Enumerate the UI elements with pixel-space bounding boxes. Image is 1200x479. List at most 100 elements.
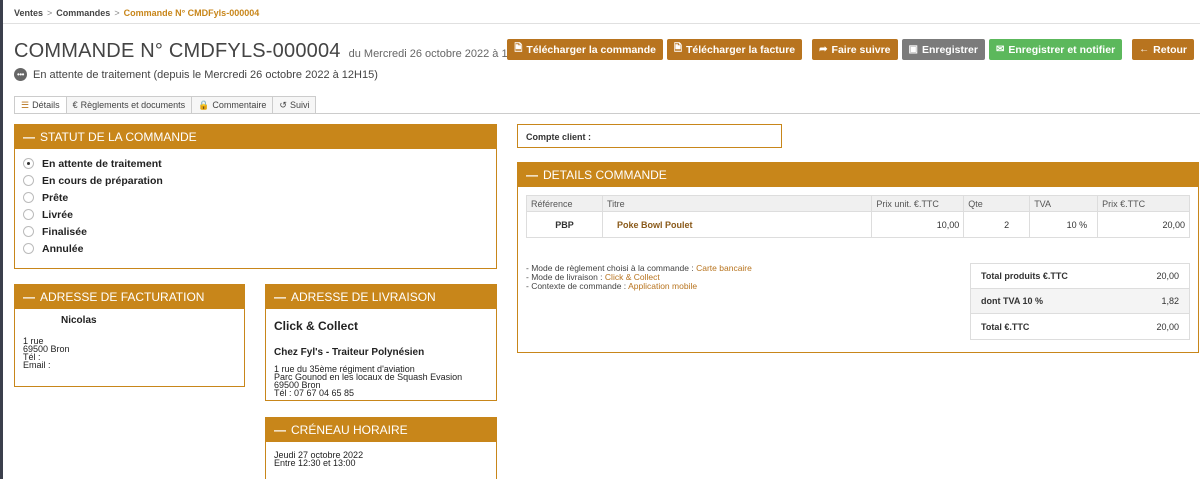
billing-email: Email : [23,360,51,370]
page-title: COMMANDE N° CMDFYLS-000004 du Mercredi 26… [14,40,534,63]
order-modes: - Mode de règlement choisi à la commande… [526,264,752,291]
radio[interactable] [23,192,34,203]
col-title: Titre [601,195,873,212]
status-option-label: Livrée [42,208,73,221]
breadcrumb-separator: > [47,8,53,18]
collapse-icon: — [274,290,286,304]
order-status-header[interactable]: — STATUT DE LA COMMANDE [15,125,496,149]
tva-row: dont TVA 10 % 1,82 [971,289,1189,314]
status-option-delivered[interactable]: Livrée [23,206,488,223]
row-price: 20,00 [1097,211,1190,238]
euro-icon: € [72,100,78,110]
context-value: Application mobile [628,281,698,291]
list-icon: ☰ [21,99,30,110]
header-divider [3,23,1200,24]
download-invoice-button[interactable]: 🗎 Télécharger la facture [666,39,803,60]
status-option-label: En cours de préparation [42,174,163,187]
time-slot-header[interactable]: — CRÉNEAU HORAIRE [266,418,496,442]
tab-payments-label: Règlements et documents [80,100,186,110]
billing-address-body: Nicolas 1 rue 69500 Bron Tél : Email : [15,309,244,375]
tab-comment[interactable]: 🔒 Commentaire [191,96,274,113]
tab-divider [14,113,1200,114]
save-button[interactable]: ▣ Enregistrer [901,39,985,60]
status-option-ready[interactable]: Prête [23,189,488,206]
breadcrumb-ventes[interactable]: Ventes [14,8,43,18]
tva-label: dont TVA 10 % [981,296,1044,306]
floppy-icon: ▣ [908,44,918,55]
totals-box: Total produits €.TTC 20,00 dont TVA 10 % 1… [970,263,1190,340]
tab-bar: ☰ Détails € Règlements et documents 🔒 Comme… [14,96,317,113]
download-invoice-label: Télécharger la facture [686,43,796,56]
tab-tracking-label: Suivi [289,100,310,110]
delivery-tel: Tél : 07 67 04 65 85 [274,388,355,398]
pdf-icon: 🗎 [514,43,523,54]
col-tva: TVA [1029,195,1099,212]
share-icon: ➦ [819,44,828,55]
time-slot-time: Entre 12:30 et 13:00 [274,458,356,468]
order-lines-table: Référence Titre Prix unit. €.TTC Qte TVA… [526,195,1190,238]
billing-address-panel: — ADRESSE DE FACTURATION Nicolas 1 rue 69… [14,284,245,387]
status-option-finalized[interactable]: Finalisée [23,223,488,240]
col-price: Prix €.TTC [1097,195,1190,212]
breadcrumb-commandes[interactable]: Commandes [56,8,110,18]
toolbar: 🗎 Télécharger la commande 🗎 Télécharger la… [507,39,1194,60]
sidebar-edge [0,0,3,479]
order-status-title: STATUT DE LA COMMANDE [40,130,197,144]
order-status-line: ••• En attente de traitement (depuis le … [14,68,378,81]
total-products-value: 20,00 [1156,271,1179,281]
forward-label: Faire suivre [831,43,891,56]
billing-address-header[interactable]: — ADRESSE DE FACTURATION [15,285,244,309]
download-order-label: Télécharger la commande [526,43,656,56]
radio[interactable] [23,243,34,254]
download-order-button[interactable]: 🗎 Télécharger la commande [507,39,663,60]
order-status-panel: — STATUT DE LA COMMANDE En attente de tra… [14,124,497,269]
table-row: PBP Poke Bowl Poulet 10,00 2 10 % 20,00 [526,211,1190,238]
save-notify-label: Enregistrer et notifier [1008,43,1116,56]
tab-details[interactable]: ☰ Détails [14,96,67,113]
order-title: COMMANDE N° CMDFYLS-000004 [14,40,341,62]
back-label: Retour [1153,43,1187,56]
order-status-text: En attente de traitement (depuis le Merc… [33,68,378,81]
billing-address-title: ADRESSE DE FACTURATION [40,290,205,304]
status-option-preparing[interactable]: En cours de préparation [23,172,488,189]
status-option-cancelled[interactable]: Annulée [23,240,488,257]
order-details-header[interactable]: — DETAILS COMMANDE [518,163,1198,187]
billing-city: 69500 Bron [23,344,70,354]
save-notify-button[interactable]: ✉ Enregistrer et notifier [988,39,1123,60]
customer-account-box: Compte client : [517,124,782,148]
tab-payments[interactable]: € Règlements et documents [65,96,193,113]
tva-value: 1,82 [1161,296,1179,306]
radio-selected[interactable] [23,158,34,169]
back-button[interactable]: ← Retour [1132,39,1194,60]
tab-details-label: Détails [32,100,60,110]
time-slot-title: CRÉNEAU HORAIRE [291,423,408,437]
context-label: - Contexte de commande : [526,281,627,291]
total-row: Total €.TTC 20,00 [971,314,1189,339]
total-value: 20,00 [1156,321,1179,332]
status-option-label: Finalisée [42,225,87,238]
total-products-label: Total produits €.TTC [981,271,1068,281]
row-title[interactable]: Poke Bowl Poulet [601,211,873,238]
status-option-pending[interactable]: En attente de traitement [23,155,488,172]
forward-button[interactable]: ➦ Faire suivre [812,39,898,60]
payment-mode-value: Carte bancaire [696,263,752,273]
collapse-icon: — [526,168,538,182]
radio[interactable] [23,209,34,220]
status-option-label: Prête [42,191,69,204]
breadcrumb-separator: > [114,8,120,18]
status-option-label: Annulée [42,242,84,255]
time-slot-panel: — CRÉNEAU HORAIRE Jeudi 27 octobre 2022 E… [265,417,497,479]
collapse-icon: — [274,423,286,437]
row-tva: 10 % [1029,211,1099,238]
total-products-row: Total produits €.TTC 20,00 [971,264,1189,289]
radio[interactable] [23,175,34,186]
radio[interactable] [23,226,34,237]
order-details-panel: — DETAILS COMMANDE Référence Titre Prix u… [517,162,1199,353]
delivery-address-header[interactable]: — ADRESSE DE LIVRAISON [266,285,496,309]
collapse-icon: — [23,290,35,304]
col-unit-price: Prix unit. €.TTC [871,195,965,212]
tab-tracking[interactable]: ↺ Suivi [272,96,317,113]
tab-comment-label: Commentaire [212,100,267,110]
delivery-mode: Click & Collect [274,319,359,333]
status-option-label: En attente de traitement [42,157,162,170]
